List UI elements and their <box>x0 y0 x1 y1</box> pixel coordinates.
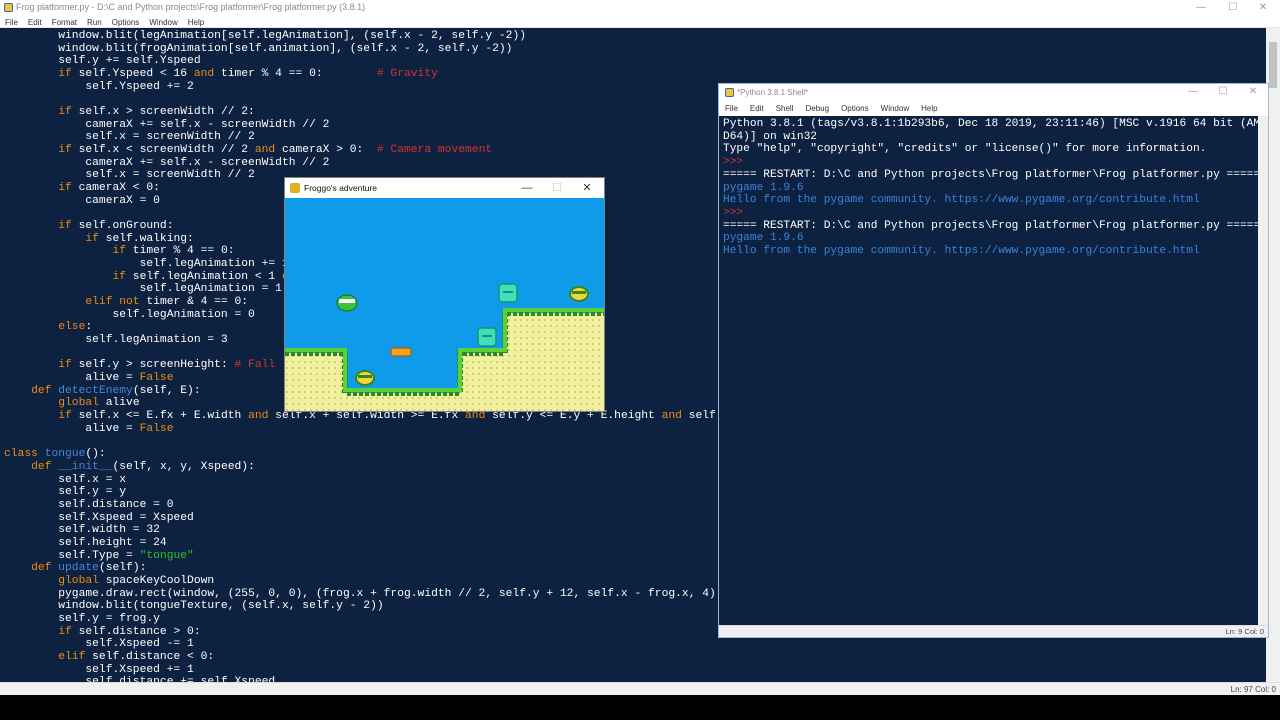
game-window: Froggo's adventure — ☐ ✕ <box>284 177 605 412</box>
shell-line: Type "help", "copyright", "credits" or "… <box>723 143 1207 156</box>
menu-window[interactable]: Window <box>144 16 182 28</box>
menu-options[interactable]: Options <box>107 16 145 28</box>
menu-help[interactable]: Help <box>183 16 209 28</box>
shell-line: D64)] on win32 <box>723 130 817 143</box>
close-icon[interactable]: ✕ <box>1248 0 1278 16</box>
frog-player <box>336 294 358 312</box>
shell-output[interactable]: Python 3.8.1 (tags/v3.8.1:1b293b6, Dec 1… <box>719 116 1259 626</box>
python-app-icon <box>4 3 13 12</box>
shell-menu-help[interactable]: Help <box>915 101 943 113</box>
enemy-bottom <box>355 370 375 386</box>
minimize-icon[interactable]: — <box>1186 0 1216 16</box>
maximize-icon: ☐ <box>552 182 562 194</box>
enemy-right <box>569 286 589 302</box>
menu-edit[interactable]: Edit <box>23 16 47 28</box>
shell-line: Hello from the pygame community. https:/… <box>723 194 1200 207</box>
shell-line: Python 3.8.1 (tags/v3.8.1:1b293b6, Dec 1… <box>723 118 1259 130</box>
shell-menu-debug[interactable]: Debug <box>799 101 835 113</box>
shell-cursor-position: Ln: 9 Col: 0 <box>1225 627 1264 636</box>
maximize-icon[interactable]: ☐ <box>1208 84 1238 100</box>
shell-status-bar: Ln: 9 Col: 0 <box>719 625 1268 637</box>
screen-bottom-strip <box>0 695 1280 720</box>
shell-line: >>> <box>723 156 750 169</box>
minimize-icon[interactable]: — <box>1178 84 1208 100</box>
game-canvas[interactable] <box>285 198 604 411</box>
shell-line: pygame 1.9.6 <box>723 232 804 245</box>
shell-menu-options[interactable]: Options <box>835 101 875 113</box>
code-line: window.blit(legAnimation[self.legAnimati… <box>4 30 527 42</box>
game-title: Froggo's adventure <box>304 183 377 193</box>
close-icon[interactable]: ✕ <box>1238 84 1268 100</box>
shell-menu-shell[interactable]: Shell <box>770 101 800 113</box>
menu-format[interactable]: Format <box>47 16 82 28</box>
shell-menu-window[interactable]: Window <box>875 101 915 113</box>
shell-line: ===== RESTART: D:\C and Python projects\… <box>723 168 1259 181</box>
game-title-bar[interactable]: Froggo's adventure — ☐ ✕ <box>285 178 604 198</box>
menu-run[interactable]: Run <box>82 16 107 28</box>
shell-menu-edit[interactable]: Edit <box>744 101 770 113</box>
shell-title-bar[interactable]: *Python 3.8.1 Shell* — ☐ ✕ <box>719 84 1268 101</box>
game-scene <box>285 283 604 411</box>
maximize-icon[interactable]: ☐ <box>1218 0 1248 16</box>
editor-cursor-position: Ln: 97 Col: 0 <box>1230 685 1276 694</box>
editor-menu-bar: File Edit Format Run Options Window Help <box>0 16 1280 28</box>
code-line: self.y += self.Yspeed <box>4 55 201 68</box>
code-line: window.blit(frogAnimation[self.animation… <box>4 42 513 55</box>
menu-file[interactable]: File <box>0 16 23 28</box>
coin <box>390 347 412 357</box>
shell-line: ===== RESTART: D:\C and Python projects\… <box>723 219 1259 232</box>
shell-menu-file[interactable]: File <box>719 101 744 113</box>
code-line: if self.Yspeed < 16 and timer % 4 == 0: … <box>58 68 438 81</box>
close-icon[interactable]: ✕ <box>572 180 602 196</box>
editor-status-bar: Ln: 97 Col: 0 <box>0 682 1280 695</box>
ground-left <box>285 313 604 411</box>
editor-title-bar[interactable]: Frog platformer.py - D:\C and Python pro… <box>0 0 1280 16</box>
editor-title: Frog platformer.py - D:\C and Python pro… <box>16 2 366 12</box>
code-line: elif self.distance < 0: <box>58 650 215 663</box>
python-shell-window: *Python 3.8.1 Shell* — ☐ ✕ File Edit She… <box>718 83 1269 638</box>
shell-menu-bar: File Edit Shell Debug Options Window Hel… <box>719 101 1268 116</box>
shell-line: Hello from the pygame community. https:/… <box>723 245 1200 258</box>
code-line: self.Xspeed += 1 <box>4 663 194 676</box>
editor-scroll-thumb[interactable] <box>1269 42 1277 88</box>
shell-line: pygame 1.9.6 <box>723 181 804 194</box>
pygame-app-icon <box>290 183 300 193</box>
python-app-icon <box>725 88 734 97</box>
shell-vertical-scrollbar[interactable] <box>1258 116 1268 626</box>
shell-line: >>> <box>723 206 750 219</box>
code-line: self.Xspeed -= 1 <box>4 638 194 651</box>
shell-title: *Python 3.8.1 Shell* <box>737 88 809 97</box>
minimize-icon[interactable]: — <box>512 180 542 196</box>
